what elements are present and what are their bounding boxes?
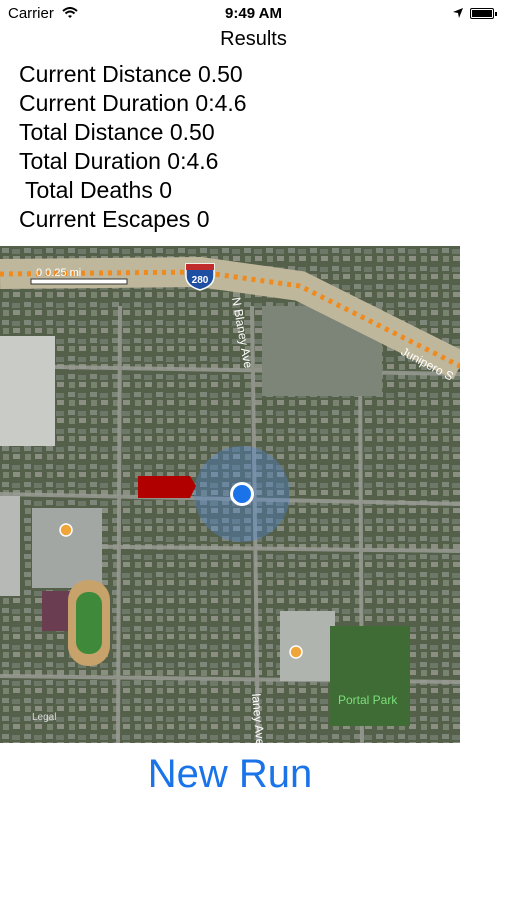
current-distance-label: Current Distance 0.50 <box>19 61 243 87</box>
stats-list: Current Distance 0.50 Current Duration 0… <box>19 60 247 234</box>
park-label: Portal Park <box>338 693 398 707</box>
legal-label[interactable]: Legal <box>32 712 56 723</box>
page-title: Results <box>220 28 287 50</box>
map-scale-label: 0 0.25 mi <box>36 267 81 279</box>
battery-icon <box>470 8 497 19</box>
status-time: 9:49 AM <box>225 5 282 22</box>
interstate-shield-icon: 280 <box>185 263 215 291</box>
map-view[interactable]: 0 0.25 mi 280 N Blaney Ave Junipero S la… <box>0 246 460 743</box>
shield-label: 280 <box>192 275 209 286</box>
current-duration-label: Current Duration 0:4.6 <box>19 90 247 116</box>
red-flag-marker[interactable] <box>138 476 196 498</box>
total-deaths-label: Total Deaths 0 <box>19 177 173 203</box>
total-duration-label: Total Duration 0:4.6 <box>19 148 219 174</box>
school-poi-icon[interactable] <box>289 645 303 659</box>
status-bar: Carrier 9:49 AM <box>0 0 507 28</box>
total-distance-label: Total Distance 0.50 <box>19 119 215 145</box>
school-poi-icon[interactable] <box>59 523 73 537</box>
location-arrow-icon <box>452 6 464 23</box>
user-location-dot <box>233 485 251 503</box>
new-run-button[interactable]: New Run <box>0 752 460 797</box>
current-escapes-label: Current Escapes 0 <box>19 206 210 232</box>
